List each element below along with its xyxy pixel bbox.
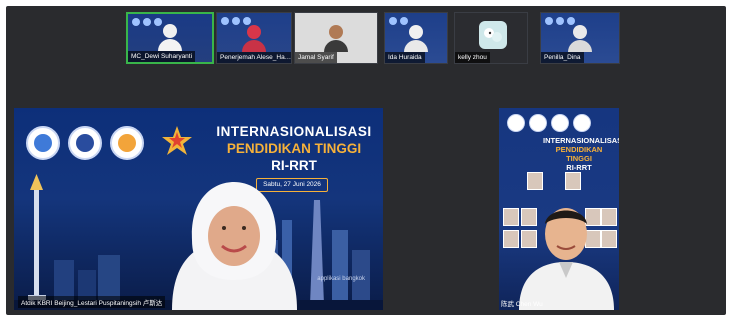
watermark-text: applikasi bangkok: [317, 276, 365, 282]
mini-banner-logos: [389, 17, 443, 25]
speaker-name-label: Atdik KBRI Beijing_Lestari Puspitaningsi…: [18, 296, 166, 308]
participant-tile-5[interactable]: kelly zhou: [454, 12, 528, 64]
banner-title-line1: INTERNASIONALISASI: [543, 136, 619, 145]
avatar: [479, 21, 507, 49]
association-logo-icon: [110, 126, 144, 160]
participant-video: [158, 24, 182, 51]
participant-name: Penerjemah Alese_Ha…: [217, 52, 291, 63]
logo-icon: [529, 114, 547, 132]
banner-title-line2: PENDIDIKAN TINGGI: [226, 141, 362, 156]
logo-icon: [507, 114, 525, 132]
participant-name: kelly zhou: [455, 52, 490, 63]
participant-video: [242, 25, 266, 52]
participant-video: [404, 25, 428, 52]
banner-title-line1: INTERNASIONALISASI: [216, 124, 372, 139]
participant-name: Penilla_Dina: [541, 52, 584, 63]
banner-logos: [507, 114, 591, 132]
participant-tile-4[interactable]: Ida Huraida: [384, 12, 448, 64]
mini-banner-logos: [545, 17, 615, 25]
ministry-logo-icon: [68, 126, 102, 160]
mini-banner-logos: [221, 17, 287, 25]
speaker-video: [519, 208, 614, 310]
logo-icon: [573, 114, 591, 132]
video-grid: MC_Dewi Suharyanti Penerjemah Alese_Ha… …: [6, 6, 726, 315]
banner-title: INTERNASIONALISASI PENDIDIKAN TINGGI RI-…: [209, 124, 379, 173]
participant-tile-2[interactable]: Penerjemah Alese_Ha…: [216, 12, 292, 64]
second-speaker-tile[interactable]: INTERNASIONALISASI PENDIDIKAN TINGGI RI-…: [499, 108, 619, 310]
portrait-photo: [503, 230, 519, 248]
banner-title: INTERNASIONALISASI PENDIDIKAN TINGGI RI-…: [543, 136, 619, 172]
speaker-name-label: 陈武 Chen Wu: [501, 301, 543, 308]
institution-logo-icon: [26, 126, 60, 160]
main-speaker-tile[interactable]: INTERNASIONALISASI PENDIDIKAN TINGGI RI-…: [14, 108, 383, 310]
participant-tile-1[interactable]: MC_Dewi Suharyanti: [126, 12, 214, 64]
participant-tile-3[interactable]: Jamal Syarif: [294, 12, 378, 64]
avatar-cartoon-icon: [484, 28, 502, 42]
banner-title-line2: PENDIDIKAN TINGGI: [555, 145, 603, 163]
logo-icon: [551, 114, 569, 132]
participant-name: Ida Huraida: [385, 52, 425, 63]
participant-video: [568, 25, 592, 52]
speaker-video: [172, 182, 297, 310]
banner-logos: [26, 126, 144, 160]
participant-tile-6[interactable]: Penilla_Dina: [540, 12, 620, 64]
banner-title-line3: RI-RRT: [566, 163, 592, 172]
participant-name: Jamal Syarif: [295, 52, 337, 63]
portrait-photo: [503, 208, 519, 226]
star-logo-icon: [162, 126, 192, 155]
participant-video: [324, 25, 348, 52]
participant-name: MC_Dewi Suharyanti: [128, 51, 196, 62]
